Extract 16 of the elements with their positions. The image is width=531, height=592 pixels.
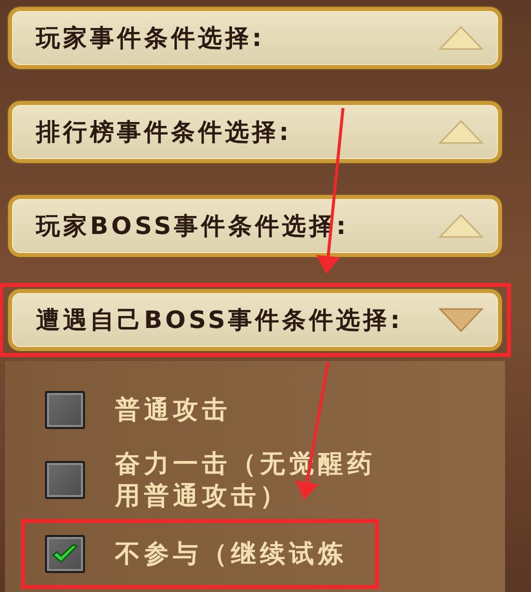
triangle-down-icon[interactable]	[438, 307, 484, 333]
triangle-up-icon[interactable]	[438, 25, 484, 51]
section-title: 遭遇自己BOSS事件条件选择:	[36, 305, 403, 336]
triangle-up-icon[interactable]	[438, 119, 484, 145]
section-title: 玩家事件条件选择:	[36, 23, 265, 54]
checkbox[interactable]	[45, 535, 85, 573]
option-label: 不参与（继续试炼	[115, 538, 347, 570]
section-title: 排行榜事件条件选择:	[36, 117, 292, 148]
checkbox[interactable]	[45, 391, 85, 429]
checkmark-icon	[51, 543, 79, 565]
option-label: 普通攻击	[115, 394, 231, 426]
section-header[interactable]: 排行榜事件条件选择:	[8, 101, 502, 163]
triangle-up-icon[interactable]	[438, 213, 484, 239]
section-header[interactable]: 遭遇自己BOSS事件条件选择:	[8, 289, 502, 351]
section-header[interactable]: 玩家事件条件选择:	[8, 7, 502, 69]
checkbox[interactable]	[45, 461, 85, 499]
